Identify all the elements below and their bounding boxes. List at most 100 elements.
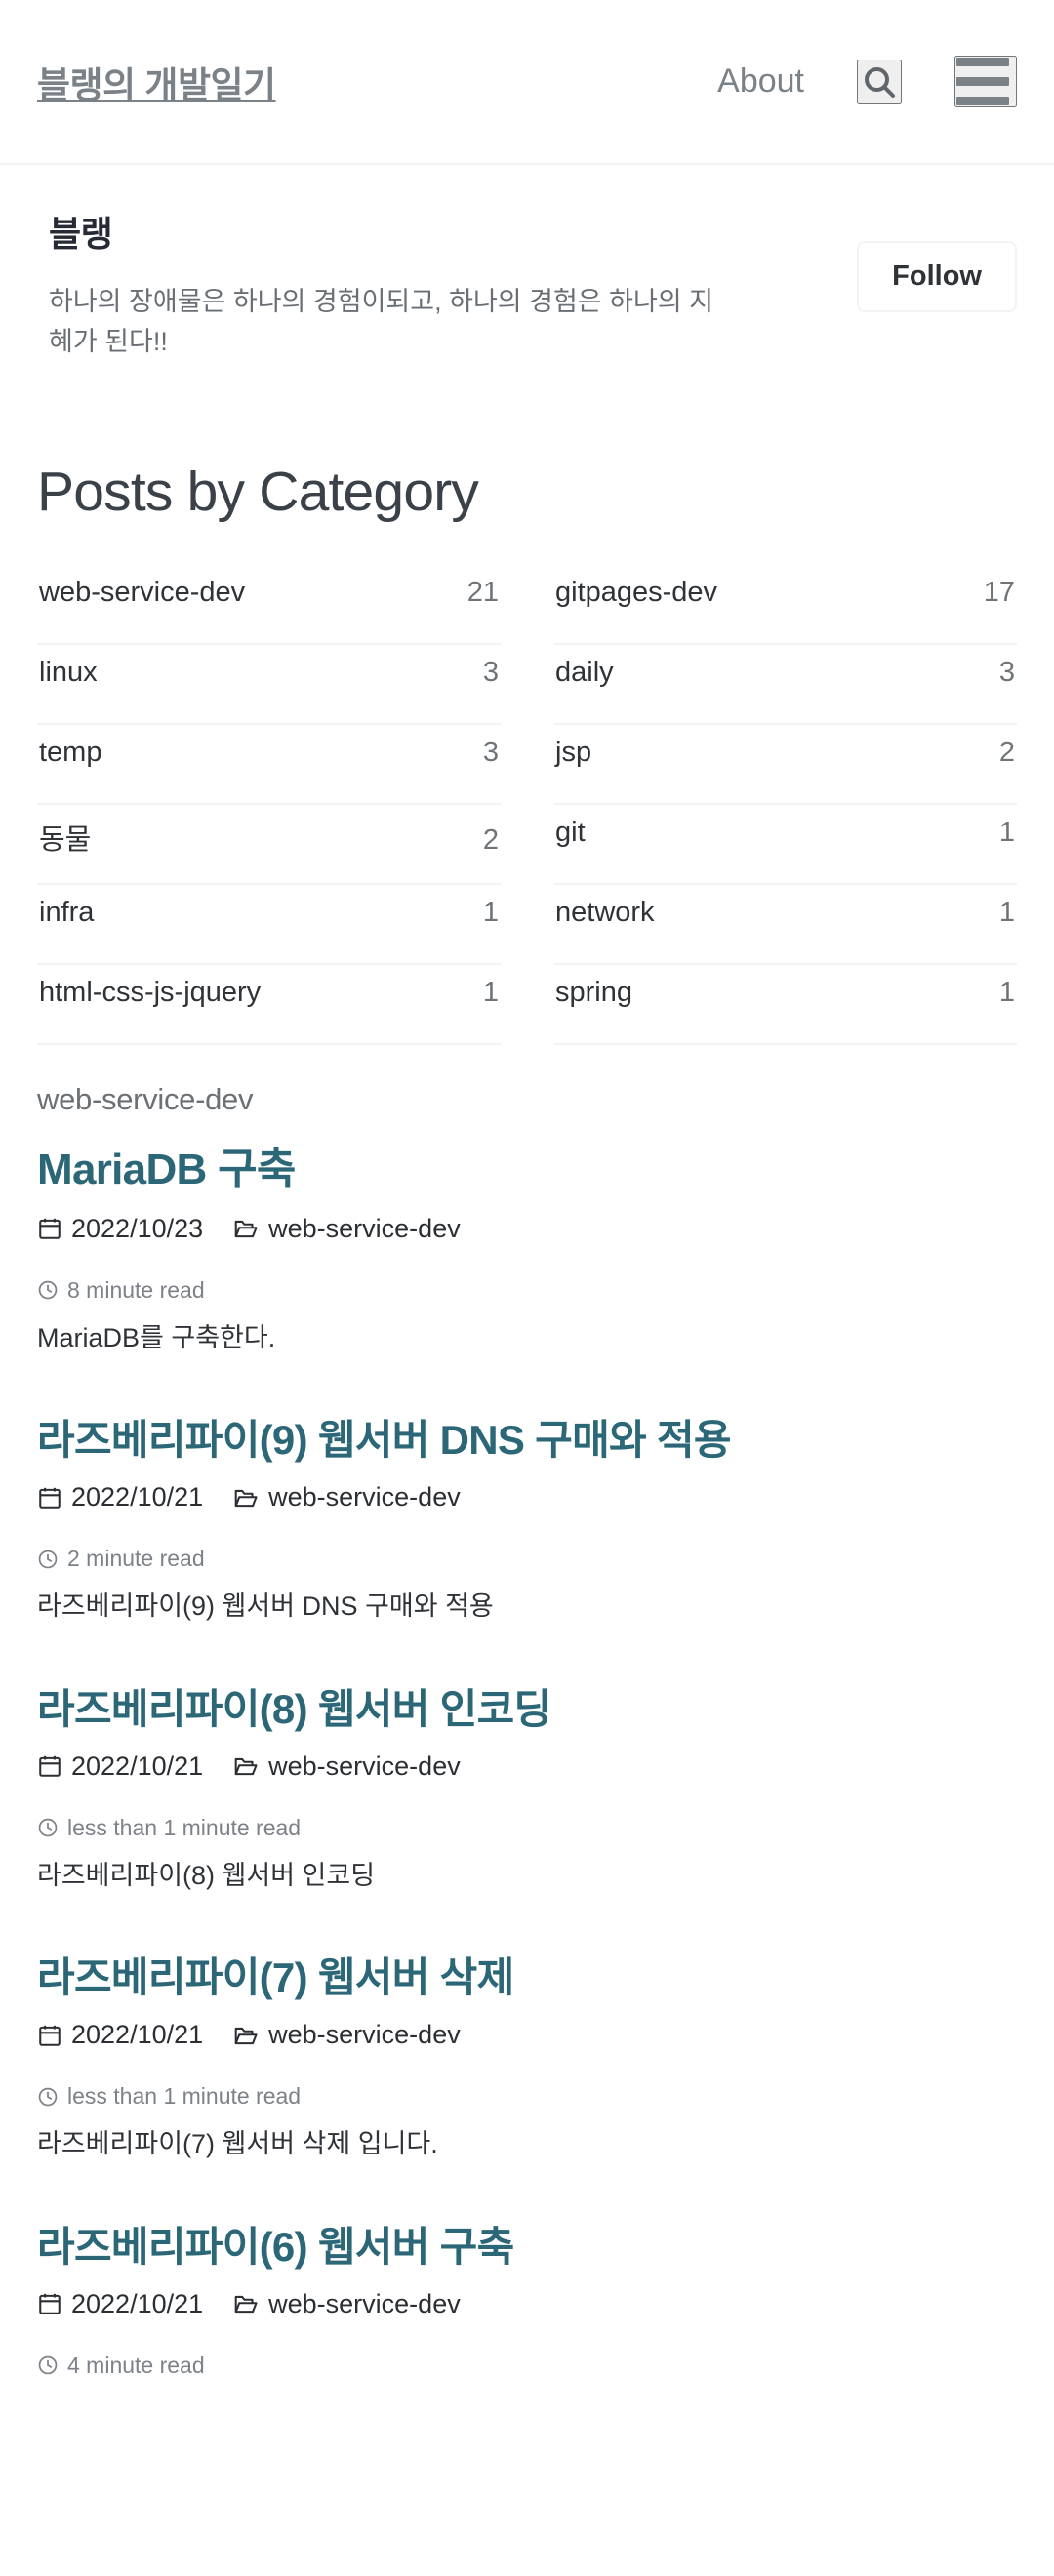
taxonomy-name[interactable]: linux bbox=[39, 657, 98, 689]
post-category-text: web-service-dev bbox=[268, 2020, 461, 2050]
taxonomy-name[interactable]: daily bbox=[555, 657, 614, 689]
post-category-text: web-service-dev bbox=[268, 1751, 461, 1781]
post-category[interactable]: web-service-dev bbox=[232, 2289, 461, 2319]
taxonomy-name[interactable]: html-css-js-jquery bbox=[39, 977, 261, 1009]
post-read-time: less than 1 minute read bbox=[37, 1815, 1017, 1841]
post-category-text: web-service-dev bbox=[268, 2288, 461, 2318]
taxonomy-row[interactable]: daily 3 bbox=[553, 645, 1017, 726]
taxonomy-count: 1 bbox=[482, 897, 499, 929]
author-info: 블랭 하나의 장애물은 하나의 경험이되고, 하나의 경험은 하나의 지혜가 된… bbox=[49, 206, 857, 362]
post-meta: 2022/10/23 web-service-dev bbox=[37, 1214, 1017, 1244]
calendar-icon bbox=[39, 2025, 61, 2046]
post-separator bbox=[37, 1640, 1017, 1685]
taxonomy-name[interactable]: 동물 bbox=[39, 817, 91, 858]
post-separator bbox=[37, 1909, 1017, 1953]
taxonomy-row[interactable]: git 1 bbox=[553, 805, 1017, 886]
post-category[interactable]: web-service-dev bbox=[232, 2020, 461, 2050]
hamburger-menu-icon[interactable] bbox=[954, 56, 1017, 107]
taxonomy-row[interactable]: jsp 2 bbox=[553, 725, 1017, 806]
taxonomy-name[interactable]: web-service-dev bbox=[39, 577, 245, 609]
calendar-icon bbox=[39, 1219, 61, 1240]
post-item: 라즈베리파이(7) 웹서버 삭제 2022/10/21 web-service-… bbox=[37, 1953, 1017, 2164]
folder-open-icon bbox=[234, 1758, 258, 1776]
taxonomy-row[interactable]: network 1 bbox=[553, 885, 1017, 966]
post-date: 2022/10/23 bbox=[37, 1214, 203, 1244]
search-icon[interactable] bbox=[857, 59, 902, 104]
post-category-text: web-service-dev bbox=[268, 1482, 461, 1512]
taxonomy-name[interactable]: git bbox=[555, 817, 586, 849]
menu-bar-1 bbox=[956, 58, 1009, 66]
taxonomy-count: 17 bbox=[983, 577, 1015, 609]
post-read-time-text: 8 minute read bbox=[67, 1276, 205, 1303]
follow-button[interactable]: Follow bbox=[857, 241, 1017, 312]
clock-icon bbox=[38, 2356, 58, 2375]
post-date-text: 2022/10/21 bbox=[71, 1751, 204, 1781]
taxonomy-count: 2 bbox=[998, 737, 1015, 769]
post-read-time: 4 minute read bbox=[37, 2353, 1017, 2379]
post-meta: 2022/10/21 web-service-dev bbox=[37, 1482, 1017, 1512]
masthead: 블랭의 개발일기 About bbox=[0, 0, 1054, 165]
taxonomy-row[interactable]: gitpages-dev 17 bbox=[553, 565, 1017, 646]
taxonomy-count: 21 bbox=[466, 577, 499, 609]
taxonomy-name[interactable]: spring bbox=[555, 977, 632, 1009]
post-title[interactable]: MariaDB 구축 bbox=[37, 1145, 1017, 1196]
taxonomy-row[interactable]: infra 1 bbox=[37, 885, 501, 966]
taxonomy-count: 1 bbox=[998, 817, 1015, 849]
taxonomy-column-right: gitpages-dev 17 daily 3 jsp 2 git 1 netw… bbox=[553, 565, 1017, 1046]
category-taxonomy: web-service-dev 21 linux 3 temp 3 동물 2 i… bbox=[0, 565, 1054, 1046]
post-title[interactable]: 라즈베리파이(7) 웹서버 삭제 bbox=[37, 1953, 1017, 2002]
posts-list: web-service-dev MariaDB 구축 2022/10/23 we… bbox=[0, 1082, 1054, 2379]
page-title: Posts by Category bbox=[37, 461, 479, 524]
taxonomy-name[interactable]: gitpages-dev bbox=[555, 577, 717, 609]
post-title[interactable]: 라즈베리파이(6) 웹서버 구축 bbox=[37, 2223, 1017, 2272]
post-date-text: 2022/10/23 bbox=[71, 1213, 204, 1243]
post-read-time-text: less than 1 minute read bbox=[67, 2083, 302, 2110]
post-category[interactable]: web-service-dev bbox=[232, 1751, 461, 1782]
post-title[interactable]: 라즈베리파이(8) 웹서버 인코딩 bbox=[37, 1685, 1017, 1734]
post-category[interactable]: web-service-dev bbox=[232, 1482, 461, 1512]
post-date-text: 2022/10/21 bbox=[71, 2020, 204, 2050]
taxonomy-row[interactable]: linux 3 bbox=[37, 645, 501, 726]
post-item: 라즈베리파이(9) 웹서버 DNS 구매와 적용 2022/10/21 web-… bbox=[37, 1416, 1017, 1627]
taxonomy-row[interactable]: html-css-js-jquery 1 bbox=[37, 965, 501, 1046]
folder-open-icon bbox=[234, 2296, 258, 2314]
calendar-icon bbox=[39, 1756, 61, 1778]
taxonomy-column-left: web-service-dev 21 linux 3 temp 3 동물 2 i… bbox=[37, 565, 501, 1046]
taxonomy-row[interactable]: temp 3 bbox=[37, 725, 501, 806]
primary-nav: About bbox=[717, 56, 1017, 107]
taxonomy-name[interactable]: temp bbox=[39, 737, 101, 769]
taxonomy-row[interactable]: 동물 2 bbox=[37, 805, 501, 886]
author-name: 블랭 bbox=[49, 214, 113, 254]
taxonomy-count: 2 bbox=[482, 825, 499, 857]
taxonomy-row[interactable]: spring 1 bbox=[553, 965, 1017, 1046]
author-profile: 블랭 하나의 장애물은 하나의 경험이되고, 하나의 경험은 하나의 지혜가 된… bbox=[0, 165, 1054, 362]
post-date: 2022/10/21 bbox=[37, 1751, 203, 1782]
post-excerpt: 라즈베리파이(9) 웹서버 DNS 구매와 적용 bbox=[37, 1591, 494, 1622]
clock-icon bbox=[38, 1281, 58, 1300]
nav-item-about[interactable]: About bbox=[717, 62, 804, 101]
post-date: 2022/10/21 bbox=[37, 2020, 203, 2050]
taxonomy-name[interactable]: infra bbox=[39, 897, 94, 929]
post-date: 2022/10/21 bbox=[37, 2289, 203, 2319]
calendar-icon bbox=[39, 1487, 61, 1509]
folder-open-icon bbox=[234, 2027, 258, 2045]
post-meta: 2022/10/21 web-service-dev bbox=[37, 1751, 1017, 1782]
post-excerpt: MariaDB를 구축한다. bbox=[37, 1322, 276, 1352]
post-read-time-text: 2 minute read bbox=[67, 1546, 205, 1572]
site-title[interactable]: 블랭의 개발일기 bbox=[37, 56, 276, 108]
calendar-icon bbox=[39, 2294, 61, 2315]
taxonomy-count: 1 bbox=[482, 977, 499, 1009]
post-separator bbox=[37, 1371, 1017, 1416]
post-date-text: 2022/10/21 bbox=[71, 2288, 204, 2318]
menu-bar-2 bbox=[956, 77, 1009, 86]
post-title[interactable]: 라즈베리파이(9) 웹서버 DNS 구매와 적용 bbox=[37, 1416, 1017, 1465]
taxonomy-name[interactable]: jsp bbox=[555, 737, 591, 769]
clock-icon bbox=[38, 1550, 58, 1569]
taxonomy-count: 3 bbox=[482, 737, 499, 769]
post-category[interactable]: web-service-dev bbox=[232, 1214, 461, 1244]
taxonomy-row[interactable]: web-service-dev 21 bbox=[37, 565, 501, 646]
taxonomy-count: 3 bbox=[998, 657, 1015, 689]
post-item: MariaDB 구축 2022/10/23 web-service-dev 8 … bbox=[37, 1145, 1017, 1357]
taxonomy-count: 3 bbox=[482, 657, 499, 689]
taxonomy-name[interactable]: network bbox=[555, 897, 655, 929]
